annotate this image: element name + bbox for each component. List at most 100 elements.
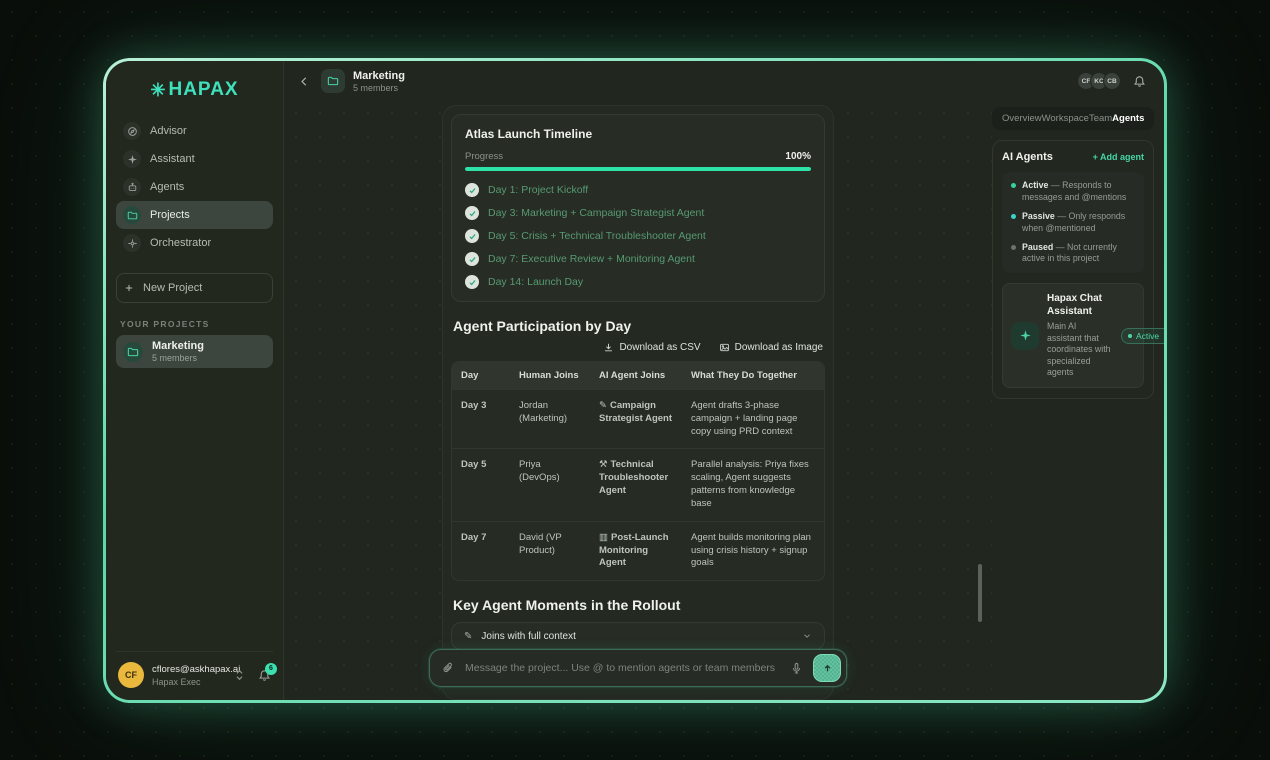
chevron-down-icon: [1163, 332, 1164, 339]
tab-overview[interactable]: Overview: [1002, 113, 1042, 124]
table-row: Day 5 Priya (DevOps) ⚒Technical Troubles…: [452, 448, 824, 520]
hapax-logo-text: HAPAX: [168, 79, 238, 101]
wrench-icon: ⚒: [599, 459, 608, 470]
new-project-button[interactable]: New Project: [116, 273, 273, 303]
legend-item-passive: Passive — Only responds when @mentioned: [1011, 211, 1135, 235]
panel-tabs: Overview Workspace Team Agents: [992, 107, 1154, 130]
agent-description: Main AI assistant that coordinates with …: [1047, 321, 1113, 378]
send-button[interactable]: [813, 654, 841, 682]
bell-icon[interactable]: [1133, 75, 1146, 88]
legend-item-active: Active — Responds to messages and @menti…: [1011, 180, 1135, 204]
orchestrator-icon: [123, 234, 141, 252]
tab-workspace[interactable]: Workspace: [1042, 113, 1089, 124]
account-switcher-icon[interactable]: [235, 669, 244, 681]
timeline-item: Day 1: Project Kickoff: [465, 183, 811, 197]
sidebar-item-label: Projects: [150, 209, 190, 221]
participation-heading: Agent Participation by Day: [453, 318, 823, 334]
chevron-down-icon: [802, 631, 812, 641]
sidebar-item-label: Advisor: [150, 125, 187, 137]
timeline-item: Day 7: Executive Review + Monitoring Age…: [465, 252, 811, 266]
table-row: Day 7 David (VP Product) ▥Post-Launch Mo…: [452, 521, 824, 580]
page-title: Marketing: [353, 70, 405, 82]
message-composer: [429, 649, 847, 687]
progress-value: 100%: [785, 151, 811, 162]
avatar[interactable]: CB: [1103, 72, 1121, 90]
tab-agents[interactable]: Agents: [1112, 113, 1144, 124]
robot-icon: [123, 178, 141, 196]
hapax-logo: ✳ HAPAX: [116, 71, 273, 117]
scrollbar-thumb[interactable]: [978, 564, 982, 622]
download-image-button[interactable]: Download as Image: [719, 342, 823, 353]
sidebar-item-assistant[interactable]: Assistant: [116, 145, 273, 173]
sidebar-item-orchestrator[interactable]: Orchestrator: [116, 229, 273, 257]
check-icon: [465, 183, 479, 197]
timeline-title: Atlas Launch Timeline: [465, 127, 811, 141]
right-panel: Overview Workspace Team Agents AI Agents…: [992, 101, 1164, 700]
check-icon: [465, 206, 479, 220]
progress-label: Progress: [465, 151, 503, 162]
add-agent-button[interactable]: + Add agent: [1093, 152, 1144, 162]
notification-badge: 6: [265, 663, 277, 675]
notifications-button[interactable]: 6: [258, 669, 271, 682]
check-icon: [465, 275, 479, 289]
user-account-row[interactable]: CF cflores@askhapax.ai Hapax Exec 6: [116, 651, 273, 692]
sidebar-item-agents[interactable]: Agents: [116, 173, 273, 201]
attachment-icon[interactable]: [442, 662, 455, 675]
folder-icon: [321, 69, 345, 93]
table-header-row: Day Human Joins AI Agent Joins What They…: [452, 362, 824, 389]
image-icon: [719, 342, 730, 353]
folder-icon: [123, 206, 141, 224]
sidebar-item-label: Agents: [150, 181, 184, 193]
sidebar-item-label: Assistant: [150, 153, 195, 165]
check-icon: [465, 252, 479, 266]
key-moments-heading: Key Agent Moments in the Rollout: [453, 597, 823, 613]
download-csv-button[interactable]: Download as CSV: [603, 342, 700, 353]
status-dot: [1128, 334, 1132, 338]
check-icon: [465, 229, 479, 243]
sidebar-item-advisor[interactable]: Advisor: [116, 117, 273, 145]
your-projects-label: YOUR PROJECTS: [120, 319, 269, 329]
status-dot: [1011, 183, 1016, 188]
agent-card: Hapax Chat Assistant Main AI assistant t…: [1002, 283, 1144, 388]
app-window: ✳ HAPAX Advisor Assistant Agents: [103, 58, 1167, 703]
project-name: Marketing: [152, 340, 204, 352]
sidebar-item-label: Orchestrator: [150, 237, 211, 249]
member-avatars: CF KC CB: [1077, 72, 1121, 90]
user-email: cflores@askhapax.ai: [152, 664, 225, 675]
pen-icon: ✎: [464, 631, 472, 642]
hapax-logo-icon: ✳: [150, 80, 166, 101]
page-subtitle: 5 members: [353, 83, 405, 93]
legend-item-paused: Paused — Not currently active in this pr…: [1011, 242, 1135, 266]
ai-agents-panel: AI Agents + Add agent Active — Responds …: [992, 140, 1154, 399]
pen-icon: ✎: [599, 400, 607, 411]
microphone-icon[interactable]: [790, 662, 803, 675]
moment-accordion[interactable]: ✎ Joins with full context: [451, 622, 825, 650]
participation-table: Day Human Joins AI Agent Joins What They…: [451, 361, 825, 581]
table-row: Day 3 Jordan (Marketing) ✎Campaign Strat…: [452, 389, 824, 448]
tab-team[interactable]: Team: [1089, 113, 1112, 124]
avatar: CF: [118, 662, 144, 688]
user-role: Hapax Exec: [152, 677, 225, 687]
project-header: Marketing 5 members CF KC CB: [284, 61, 1164, 101]
assistant-message-card: Atlas Launch Timeline Progress 100%: [442, 105, 834, 700]
agent-status-legend: Active — Responds to messages and @menti…: [1002, 172, 1144, 273]
sidebar-project-marketing[interactable]: Marketing 5 members: [116, 335, 273, 368]
plus-icon: [124, 283, 134, 293]
progress-bar: [465, 167, 811, 171]
compass-icon: [123, 122, 141, 140]
folder-icon: [123, 342, 143, 362]
status-dot: [1011, 214, 1016, 219]
sparkle-icon: [123, 150, 141, 168]
agent-status-dropdown[interactable]: Active: [1121, 328, 1164, 344]
back-button[interactable]: [298, 75, 311, 88]
sparkle-icon: [1011, 322, 1039, 350]
timeline-item: Day 5: Crisis + Technical Troubleshooter…: [465, 229, 811, 243]
status-dot: [1011, 245, 1016, 250]
sidebar: ✳ HAPAX Advisor Assistant Agents: [106, 61, 284, 700]
message-input[interactable]: [465, 662, 780, 674]
sidebar-item-projects[interactable]: Projects: [116, 201, 273, 229]
timeline-item: Day 3: Marketing + Campaign Strategist A…: [465, 206, 811, 220]
agent-name: Hapax Chat Assistant: [1047, 293, 1113, 318]
ai-agents-heading: AI Agents: [1002, 151, 1053, 163]
timeline-item: Day 14: Launch Day: [465, 275, 811, 289]
